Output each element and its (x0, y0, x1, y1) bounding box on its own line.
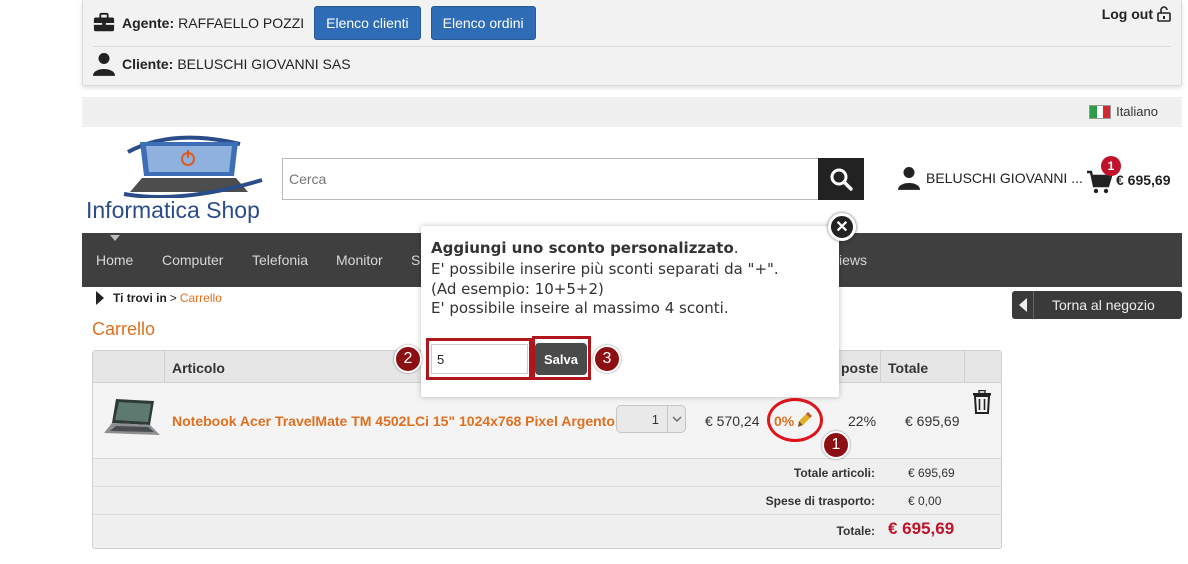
nav-computer[interactable]: Computer (162, 252, 223, 268)
header-total: Totale (888, 360, 929, 376)
breadcrumb-separator: > (169, 291, 177, 305)
breadcrumb-current[interactable]: Carrello (180, 291, 222, 305)
divider (93, 46, 1171, 47)
language-label: Italiano (1116, 104, 1158, 119)
user-icon (898, 167, 920, 190)
cart-total: € 695,69 (1116, 172, 1171, 188)
highlight-box-input (426, 338, 532, 380)
page-title: Carrello (92, 319, 156, 339)
step-marker-3: 3 (593, 345, 621, 373)
client-name: BELUSCHI GIOVANNI SAS (177, 56, 351, 72)
user-icon (93, 53, 115, 76)
modal-title: Aggiungi uno sconto personalizzato. (431, 239, 739, 257)
arrow-left-icon (1012, 291, 1034, 319)
laptop-thumbnail-image[interactable] (102, 395, 162, 443)
column-divider (880, 351, 881, 383)
items-total-value: € 695,69 (908, 466, 955, 480)
summary-items-row: Totale articoli: € 695,69 (93, 459, 1001, 487)
italy-flag-icon (1089, 104, 1112, 119)
client-label: Cliente: (122, 56, 174, 72)
briefcase-icon (93, 12, 115, 32)
shipping-label: Spese di trasporto: (765, 494, 875, 508)
chevron-down-icon (667, 406, 685, 432)
language-bar: Italiano (82, 97, 1182, 127)
quantity-select[interactable]: 1 (616, 405, 686, 433)
close-icon[interactable]: ✕ (828, 213, 856, 241)
modal-title-end: . (733, 239, 739, 257)
trash-icon[interactable] (972, 390, 992, 414)
header-taxes: poste (841, 360, 879, 376)
unit-price: € 570,24 (705, 413, 760, 429)
step-marker-2: 2 (394, 345, 422, 373)
client-row: Cliente: BELUSCHI GIOVANNI SAS (93, 50, 351, 78)
agent-label: Agente: (122, 15, 175, 31)
row-total: € 695,69 (905, 413, 960, 429)
quantity-value: 1 (651, 411, 659, 427)
clients-list-button[interactable]: Elenco clienti (314, 6, 421, 40)
modal-instructions-2: (Ad esempio: 10+5+2) (431, 280, 604, 298)
logo-text: Informatica Shop (86, 197, 260, 223)
logout-link[interactable]: Log out (1102, 6, 1171, 22)
breadcrumb-arrow-icon (96, 291, 104, 305)
search-bar (282, 158, 864, 200)
language-selector[interactable]: Italiano (1089, 104, 1158, 119)
agent-name: RAFFAELLO POZZI (178, 15, 305, 31)
back-to-shop-label: Torna al negozio (1052, 297, 1155, 313)
product-name-link[interactable]: Notebook Acer TravelMate TM 4502LCi 15" … (172, 413, 615, 429)
grand-total-value: € 695,69 (888, 519, 955, 538)
highlight-box-save (532, 336, 591, 380)
agent-panel: Agente: RAFFAELLO POZZI Elenco clienti E… (82, 0, 1182, 86)
nav-item-partial[interactable]: S (411, 252, 420, 268)
nav-home[interactable]: Home (96, 252, 133, 268)
logout-label: Log out (1101, 6, 1153, 22)
step-marker-1: 1 (822, 431, 850, 459)
modal-instructions-1: E' possibile inserire più sconti separat… (431, 260, 779, 278)
cart-link[interactable]: 1 € 695,69 (1086, 156, 1186, 200)
tax-rate: 22% (848, 413, 877, 429)
agent-row: Agente: RAFFAELLO POZZI Elenco clienti E… (93, 6, 546, 40)
nav-item-news-partial[interactable]: iews (839, 252, 867, 268)
summary-shipping-row: Spese di trasporto: € 0,00 (93, 487, 1001, 515)
user-name: BELUSCHI GIOVANNI ... (926, 170, 1083, 186)
breadcrumb-prefix: Ti trovi in (113, 291, 167, 305)
nav-telefonia[interactable]: Telefonia (252, 252, 308, 268)
back-to-shop-button[interactable]: Torna al negozio (1012, 291, 1182, 319)
grand-total-label: Totale: (836, 524, 875, 538)
search-input[interactable] (282, 158, 818, 200)
header-article: Articolo (172, 360, 225, 376)
summary-total-row: Totale: € 695,69 (93, 517, 1001, 545)
search-icon (830, 168, 853, 191)
discount-modal: Aggiungi uno sconto personalizzato. E' p… (421, 226, 839, 397)
nav-monitor[interactable]: Monitor (336, 252, 383, 268)
orders-list-button[interactable]: Elenco ordini (430, 6, 536, 40)
search-button[interactable] (818, 158, 864, 200)
breadcrumb: Ti trovi in > Carrello (96, 291, 222, 305)
modal-instructions-3: E' possibile inseire al massimo 4 sconti… (431, 299, 729, 317)
column-divider (164, 351, 165, 383)
shipping-value: € 0,00 (908, 494, 942, 508)
modal-title-text: Aggiungi uno sconto personalizzato (431, 239, 734, 257)
items-total-label: Totale articoli: (793, 466, 875, 480)
lock-icon (1157, 6, 1171, 22)
user-account-link[interactable]: BELUSCHI GIOVANNI ... (898, 166, 1083, 190)
column-divider (964, 351, 965, 383)
caret-down-icon (110, 235, 120, 241)
highlight-ring (767, 398, 823, 442)
shop-logo[interactable]: Informatica Shop (86, 134, 276, 226)
laptop-logo-icon (123, 135, 263, 198)
